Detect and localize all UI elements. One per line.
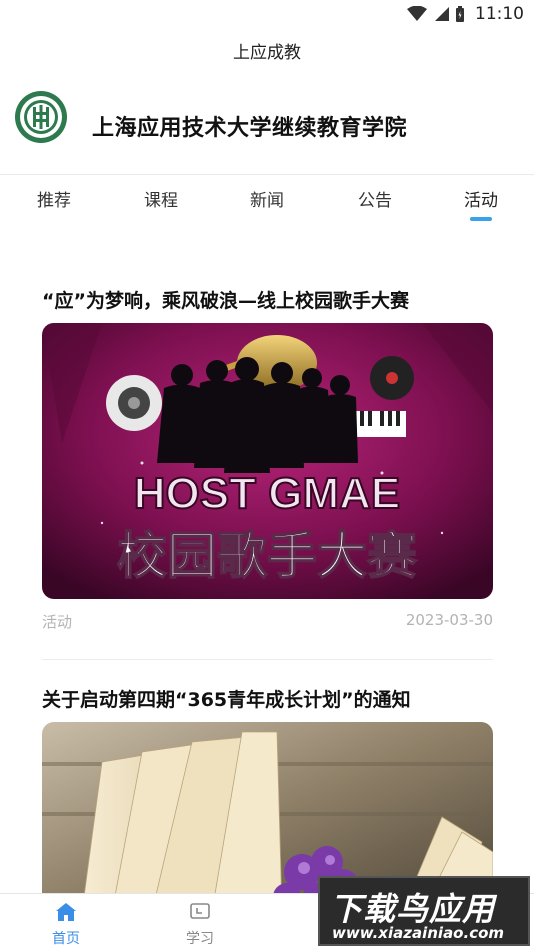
singer-contest-poster: HOST GMAE 校园歌手大赛 xyxy=(42,323,493,599)
tab-courses[interactable]: 课程 xyxy=(121,186,201,211)
home-icon xyxy=(56,903,76,921)
tabs-divider xyxy=(0,174,534,175)
article-card[interactable]: “应”为梦响，乘风破浪—线上校园歌手大赛 HOST GMAE 校园歌手大赛 活动… xyxy=(42,286,493,632)
article-title[interactable]: “应”为梦响，乘风破浪—线上校园歌手大赛 xyxy=(42,286,493,313)
nav-home[interactable]: 首页 xyxy=(36,902,96,948)
nav-study-label: 学习 xyxy=(186,931,214,947)
signal-icon xyxy=(435,7,449,21)
tab-news[interactable]: 新闻 xyxy=(227,186,307,211)
article-divider xyxy=(42,659,493,660)
article-meta: 活动 2023-03-30 xyxy=(42,611,493,632)
school-name: 上海应用技术大学继续教育学院 xyxy=(92,116,408,141)
study-icon xyxy=(190,903,210,919)
poster-caption-text: 校园歌手大赛 xyxy=(117,527,418,585)
status-time: 11:10 xyxy=(475,4,524,24)
tab-activities[interactable]: 活动 xyxy=(441,186,521,211)
article-date: 2023-03-30 xyxy=(405,611,493,629)
school-logo xyxy=(15,91,67,143)
poster-banner-text: HOST GMAE xyxy=(134,469,400,518)
battery-icon xyxy=(456,5,464,22)
article-category: 活动 xyxy=(42,613,73,631)
tab-recommend[interactable]: 推荐 xyxy=(14,186,94,211)
tab-announcements[interactable]: 公告 xyxy=(335,186,415,211)
site-watermark: 下载鸟应用 www.xiazainiao.com xyxy=(318,876,530,946)
wifi-icon xyxy=(407,6,427,21)
page-title: 上应成教 xyxy=(233,43,301,63)
status-bar: 11:10 xyxy=(0,0,534,28)
article-title[interactable]: 关于启动第四期“365青年成长计划”的通知 xyxy=(42,685,493,712)
school-header: 上海应用技术大学继续教育学院 xyxy=(0,86,534,166)
active-tab-indicator xyxy=(470,217,492,221)
watermark-url-text: www.xiazainiao.com xyxy=(332,924,505,942)
article-image[interactable]: HOST GMAE 校园歌手大赛 xyxy=(42,323,493,599)
nav-study[interactable]: 学习 xyxy=(170,902,230,948)
category-tabs: 推荐 课程 新闻 公告 活动 xyxy=(0,176,534,226)
nav-home-label: 首页 xyxy=(52,931,80,947)
